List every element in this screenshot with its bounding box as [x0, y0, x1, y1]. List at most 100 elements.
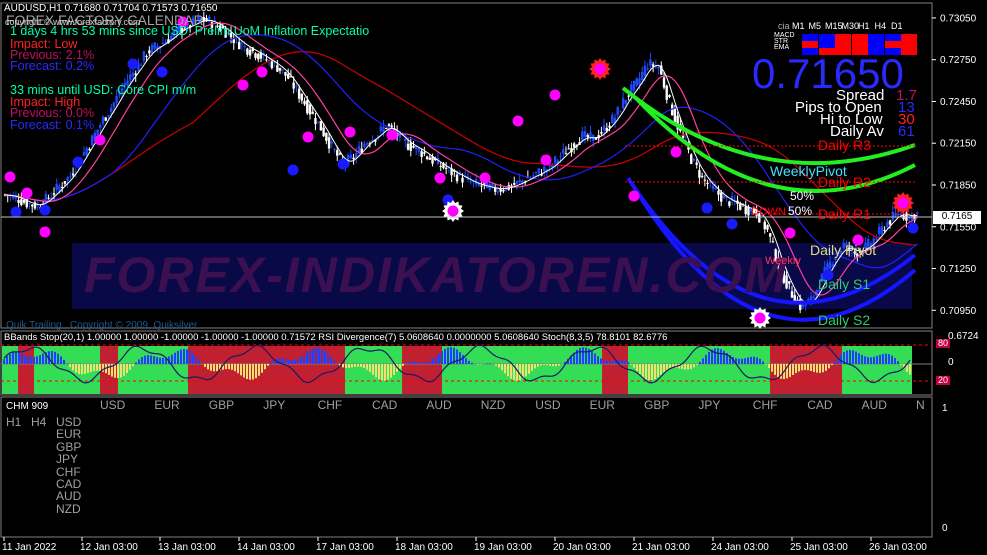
candle-body — [308, 104, 312, 115]
matrix-cell — [901, 34, 917, 41]
candle-body — [96, 129, 99, 135]
x-tick-label: 25 Jan 03:00 — [790, 542, 848, 553]
matrix-cell — [802, 34, 818, 41]
currency-column-label: USD — [100, 398, 126, 412]
candle-body — [496, 191, 500, 193]
candle-body — [303, 100, 306, 105]
candle-body — [243, 45, 246, 48]
candle-body — [444, 167, 448, 169]
candle-body — [722, 195, 726, 199]
tf-h1: H1 — [6, 415, 22, 429]
candle-body — [161, 42, 165, 44]
matrix-tf-m30: M30 — [841, 21, 860, 31]
signal-dot — [479, 172, 491, 184]
candle-body — [107, 115, 110, 117]
candle-body — [828, 261, 832, 269]
signal-dot — [287, 164, 299, 176]
currency-column-label: AUD — [861, 398, 887, 412]
candle-body — [518, 179, 521, 183]
candle-body — [150, 45, 154, 53]
matrix-cell — [835, 34, 851, 41]
matrix-prefix: cia — [778, 21, 790, 31]
time-axis: 11 Jan 2022 12 Jan 03:00 13 Jan 03:00 14 Ja… — [2, 537, 927, 553]
candle-body — [363, 143, 366, 148]
candle-body — [502, 189, 505, 192]
candle-body — [237, 41, 241, 50]
currency-column-label: CAD — [372, 398, 398, 412]
candle-body — [515, 180, 519, 184]
currency-gbp: GBP — [56, 439, 82, 454]
candle-body — [567, 148, 570, 150]
candle-body — [564, 153, 568, 155]
candle-body — [902, 215, 905, 220]
signal-dot — [670, 146, 682, 158]
candle-body — [131, 72, 135, 77]
candle-body — [790, 291, 794, 298]
candle-body — [276, 65, 279, 72]
candle-body — [265, 59, 268, 61]
signal-dot — [237, 79, 249, 91]
candle-body — [700, 175, 704, 177]
currency-column-label: CHF — [317, 398, 343, 412]
candle-body — [668, 94, 671, 97]
candle-body — [788, 281, 791, 284]
currency-column-label: JPY — [263, 398, 286, 412]
candle-body — [572, 143, 576, 148]
candle-body — [771, 241, 775, 243]
candle-body — [425, 156, 429, 160]
signal-dot — [386, 129, 398, 141]
candle-body — [47, 197, 50, 199]
candle-body — [99, 125, 102, 128]
candle-body — [52, 193, 56, 195]
candle-body — [352, 157, 355, 160]
down-label: DOWN — [751, 206, 786, 218]
x-tick-label: 13 Jan 03:00 — [158, 542, 216, 553]
candle-body — [714, 187, 717, 189]
daily-r3-label: Daily R3 — [818, 137, 871, 153]
candle-body — [698, 170, 701, 178]
candle-body — [583, 130, 587, 138]
currency-jpy: JPY — [56, 452, 79, 467]
candle-body — [338, 153, 342, 155]
signal-dot — [344, 126, 356, 138]
candle-body — [240, 43, 244, 45]
x-tick-label: 14 Jan 03:00 — [237, 542, 295, 553]
candle-body — [292, 82, 295, 89]
candle-body — [627, 95, 630, 97]
candle-body — [148, 50, 151, 54]
osc-level-20: 20 — [936, 375, 951, 385]
candle-body — [382, 126, 385, 133]
candle-body — [646, 68, 649, 70]
candle-body — [349, 154, 353, 158]
candle-body — [284, 71, 287, 76]
daily-av-value: 61 — [898, 123, 915, 140]
matrix-tf-m5: M5 — [808, 21, 822, 31]
candle-body — [611, 115, 614, 124]
matrix-cell — [818, 34, 835, 41]
currency-column-label: N — [916, 398, 925, 412]
candle-body — [480, 185, 483, 187]
signal-dot — [726, 218, 738, 230]
y-tick-label: 0.72450 — [940, 97, 977, 108]
signal-dot — [337, 158, 349, 170]
candle-body — [385, 128, 388, 130]
candle-body — [499, 188, 502, 192]
strength-axis-bottom: 0 — [942, 523, 948, 534]
currency-aud: AUD — [56, 489, 82, 504]
candle-body — [246, 48, 249, 55]
signal-dot — [72, 156, 84, 168]
candle-body — [66, 176, 69, 182]
y-tick-label: 0.71250 — [940, 264, 977, 275]
event2-forecast: Forecast: 0.1% — [10, 118, 95, 132]
candle-body — [420, 151, 423, 158]
candle-body — [916, 212, 919, 214]
candle-body — [297, 88, 301, 99]
currency-column-label: CHF — [752, 398, 778, 412]
candle-body — [635, 78, 638, 86]
candle-body — [63, 181, 67, 184]
candle-body — [600, 132, 603, 134]
candle-body — [295, 85, 298, 87]
candle-body — [287, 73, 290, 79]
candle-body — [248, 49, 252, 56]
quik-trailing-copyright: Quik Trailing , Copyright © 2009, Quiksi… — [6, 320, 198, 331]
